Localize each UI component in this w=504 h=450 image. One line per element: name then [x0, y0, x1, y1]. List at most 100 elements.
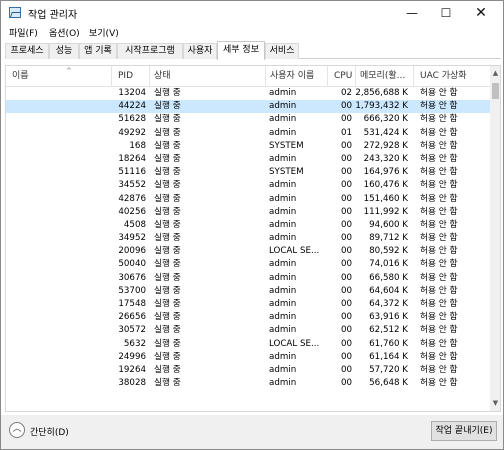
cpu-cell: 00: [340, 312, 352, 323]
status-cell: 실행 중: [154, 246, 181, 257]
user-cell: admin: [269, 153, 297, 164]
scroll-up-arrow-icon[interactable]: ▲: [490, 68, 500, 79]
title-bar[interactable]: 작업 관리자 — ☐ ✕: [1, 1, 503, 25]
scroll-down-arrow-icon[interactable]: ▼: [490, 398, 500, 409]
table-row[interactable]: 168 실행 중 SYSTEM 00 272,928 K 허용 안 함: [6, 140, 490, 153]
status-cell: 실행 중: [154, 378, 181, 389]
menu-options[interactable]: 옵션(O): [49, 26, 80, 39]
memory-cell: 111,992 K: [363, 206, 408, 217]
user-cell: LOCAL SE...: [269, 338, 320, 349]
column-header-status[interactable]: 상태: [150, 66, 266, 87]
pid-cell: 20096: [118, 246, 146, 257]
maximize-button[interactable]: ☐: [429, 1, 463, 25]
memory-cell: 57,720 K: [369, 364, 408, 375]
pid-cell: 34552: [118, 180, 146, 191]
user-cell: admin: [269, 312, 297, 323]
table-row[interactable]: 30572 실행 중 admin 00 62,512 K 허용 안 함: [6, 324, 490, 337]
menu-file[interactable]: 파일(F): [9, 26, 38, 39]
uac-cell: 허용 안 함: [420, 325, 458, 336]
user-cell: admin: [269, 299, 297, 309]
status-cell: 실행 중: [154, 233, 181, 244]
menu-view[interactable]: 보기(V): [89, 26, 119, 39]
scrollbar-thumb[interactable]: [492, 83, 499, 99]
table-row[interactable]: 20096 실행 중 LOCAL SE... 00 80,592 K 허용 안 함: [6, 245, 490, 258]
cpu-cell: 01: [340, 127, 352, 138]
column-header-pid[interactable]: PID: [112, 66, 150, 87]
cpu-cell: 00: [340, 272, 352, 283]
uac-cell: 허용 안 함: [420, 364, 458, 375]
uac-cell: 허용 안 함: [420, 351, 458, 362]
memory-cell: 2,856,688 K: [355, 88, 408, 98]
table-row[interactable]: 53700 실행 중 admin 00 64,604 K 허용 안 함: [6, 285, 490, 298]
tab-processes[interactable]: 프로세스: [5, 43, 49, 59]
tab-users[interactable]: 사용자: [183, 43, 217, 59]
pid-cell: 50040: [118, 259, 146, 270]
table-row[interactable]: 18264 실행 중 admin 00 243,320 K 허용 안 함: [6, 153, 490, 166]
cpu-cell: 00: [340, 233, 352, 244]
cpu-cell: 00: [340, 351, 352, 362]
table-row[interactable]: 24996 실행 중 admin 00 61,164 K 허용 안 함: [6, 351, 490, 364]
table-row[interactable]: 51116 실행 중 SYSTEM 00 164,976 K 허용 안 함: [6, 166, 490, 179]
status-cell: 실행 중: [154, 193, 181, 204]
status-cell: 실행 중: [154, 272, 181, 283]
column-header-uac[interactable]: UAC 가상화: [414, 66, 490, 87]
column-header-name[interactable]: 이름: [6, 66, 112, 87]
tab-services[interactable]: 서비스: [265, 43, 299, 59]
table-row[interactable]: 34952 실행 중 admin 00 89,712 K 허용 안 함: [6, 232, 490, 245]
user-cell: admin: [269, 351, 297, 362]
uac-cell: 허용 안 함: [420, 285, 458, 296]
memory-cell: 56,648 K: [369, 378, 408, 389]
sort-up-icon: ^: [66, 67, 72, 75]
status-cell: 실행 중: [154, 180, 181, 191]
pid-cell: 5632: [123, 338, 146, 349]
pid-cell: 13204: [118, 88, 146, 98]
table-row[interactable]: 17548 실행 중 admin 00 64,372 K 허용 안 함: [6, 298, 490, 311]
process-table: 이름 ^ PID 상태 사용자 이름 CPU 메모리(활... UAC 가상화 …: [5, 65, 501, 412]
minimize-button[interactable]: —: [395, 1, 429, 25]
table-row[interactable]: 34552 실행 중 admin 00 160,476 K 허용 안 함: [6, 179, 490, 192]
pid-cell: 26656: [118, 312, 146, 323]
uac-cell: 허용 안 함: [420, 167, 458, 178]
table-row[interactable]: 5632 실행 중 LOCAL SE... 00 61,760 K 허용 안 함: [6, 338, 490, 351]
uac-cell: 허용 안 함: [420, 378, 458, 389]
user-cell: SYSTEM: [269, 167, 304, 178]
table-row[interactable]: 13204 실행 중 admin 02 2,856,688 K 허용 안 함: [6, 87, 490, 100]
tab-bar: 프로세스 성능 앱 기록 시작프로그램 사용자 세부 정보 서비스: [5, 41, 501, 60]
vertical-scrollbar[interactable]: ▲ ▼: [490, 66, 500, 411]
table-row[interactable]: 50040 실행 중 admin 00 74,016 K 허용 안 함: [6, 258, 490, 271]
memory-cell: 94,600 K: [369, 219, 408, 230]
column-header-memory[interactable]: 메모리(활...: [356, 66, 414, 87]
table-row[interactable]: 49292 실행 중 admin 01 531,424 K 허용 안 함: [6, 127, 490, 140]
table-row[interactable]: 44224 실행 중 admin 00 1,793,432 K 허용 안 함: [6, 100, 490, 114]
column-header-cpu[interactable]: CPU: [328, 66, 356, 87]
fewer-details-label: 간단히(D): [30, 428, 69, 438]
tab-performance[interactable]: 성능: [49, 43, 79, 59]
tab-details[interactable]: 세부 정보: [217, 41, 265, 60]
table-row[interactable]: 40256 실행 중 admin 00 111,992 K 허용 안 함: [6, 206, 490, 219]
task-manager-window: 작업 관리자 — ☐ ✕ 파일(F) 옵션(O) 보기(V) 프로세스 성능 앱…: [0, 0, 504, 450]
table-row[interactable]: 26656 실행 중 admin 00 63,916 K 허용 안 함: [6, 311, 490, 324]
column-header-user[interactable]: 사용자 이름: [266, 66, 328, 87]
memory-cell: 164,976 K: [363, 167, 408, 178]
close-button[interactable]: ✕: [464, 1, 498, 25]
memory-cell: 64,604 K: [369, 285, 408, 296]
status-cell: 실행 중: [154, 167, 181, 178]
pid-cell: 30572: [118, 325, 146, 336]
end-task-button[interactable]: 작업 끝내기(E): [431, 421, 497, 441]
user-cell: admin: [269, 193, 297, 204]
memory-cell: 666,320 K: [363, 114, 408, 125]
tab-app-history[interactable]: 앱 기록: [79, 43, 117, 59]
status-cell: 실행 중: [154, 325, 181, 336]
table-row[interactable]: 19264 실행 중 admin 00 57,720 K 허용 안 함: [6, 364, 490, 377]
task-manager-icon: [9, 7, 21, 18]
table-row[interactable]: 51628 실행 중 admin 00 666,320 K 허용 안 함: [6, 113, 490, 126]
uac-cell: 허용 안 함: [420, 338, 458, 349]
table-row[interactable]: 4508 실행 중 admin 00 94,600 K 허용 안 함: [6, 219, 490, 232]
user-cell: admin: [269, 285, 297, 296]
uac-cell: 허용 안 함: [420, 233, 458, 244]
tab-startup[interactable]: 시작프로그램: [117, 43, 183, 59]
memory-cell: 151,460 K: [363, 193, 408, 204]
table-row[interactable]: 42876 실행 중 admin 00 151,460 K 허용 안 함: [6, 193, 490, 206]
table-row[interactable]: msedge.exe38028실행 중admin0056,648 K허용 안 함: [6, 377, 490, 390]
table-row[interactable]: 30676 실행 중 admin 00 66,580 K 허용 안 함: [6, 272, 490, 285]
